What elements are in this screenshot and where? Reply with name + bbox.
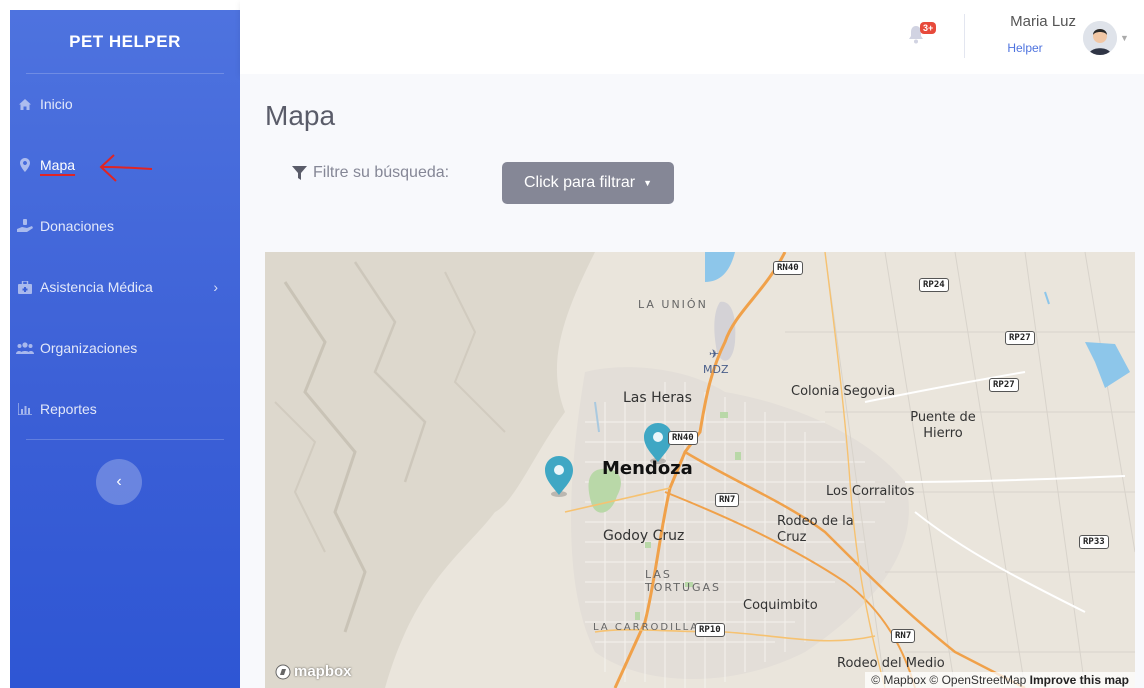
mapbox-icon <box>275 664 291 679</box>
sidebar-divider <box>26 439 224 440</box>
map-label: LA UNIÓN <box>638 298 708 311</box>
route-shield: RP10 <box>695 623 725 637</box>
sidebar-item-label: Mapa <box>40 157 76 173</box>
chevron-left-icon: ‹ <box>116 473 122 490</box>
briefcase-medical-icon <box>14 280 36 294</box>
map-label: Rodeo de la Cruz <box>777 514 854 545</box>
route-shield: RN40 <box>773 261 803 275</box>
filter-label-text: Filtre su búsqueda: <box>313 164 450 181</box>
chart-area-icon <box>14 403 36 415</box>
airport-icon: ✈ <box>709 347 719 361</box>
avatar[interactable] <box>1083 21 1117 55</box>
map-marker-icon[interactable] <box>545 456 573 497</box>
sidebar: PET HELPER Inicio Mapa Donaciones Asiste… <box>10 10 240 688</box>
map-label: Godoy Cruz <box>603 528 685 544</box>
map-label: Coquimbito <box>743 598 818 613</box>
user-name[interactable]: Maria Luz <box>984 13 1076 30</box>
map-label: Las Heras <box>623 390 692 406</box>
notification-badge: 3+ <box>920 22 937 34</box>
route-shield: RP27 <box>989 378 1019 392</box>
users-icon <box>14 342 36 354</box>
sidebar-item-donaciones[interactable]: Donaciones <box>10 206 240 246</box>
chevron-right-icon: › <box>213 279 218 295</box>
hand-holding-icon <box>14 219 36 233</box>
chevron-down-icon[interactable]: ▼ <box>1120 33 1129 43</box>
annotation-arrow-icon <box>99 154 153 182</box>
sidebar-item-label: Reportes <box>40 401 97 417</box>
map-label: LAS TORTUGAS <box>645 568 722 594</box>
map-label: LA CARRODILLA <box>593 622 700 633</box>
user-role: Helper <box>1007 41 1043 55</box>
filter-button-label: Click para filtrar <box>523 174 636 191</box>
attribution-text[interactable]: © Mapbox © OpenStreetMap <box>871 673 1026 687</box>
map-label: Colonia Segovia <box>791 384 896 399</box>
filter-dropdown-button[interactable]: Click para filtrar ▼ <box>502 162 674 204</box>
map[interactable]: ✈ LA UNIÓN MDZ Las Heras Colonia Segovia… <box>265 252 1135 688</box>
map-label: MDZ <box>703 363 729 376</box>
map-attribution: © Mapbox © OpenStreetMap Improve this ma… <box>865 672 1135 688</box>
sidebar-item-label: Donaciones <box>40 218 114 234</box>
map-label: Los Corralitos <box>826 484 915 499</box>
route-shield: RP27 <box>1005 331 1035 345</box>
sidebar-item-mapa[interactable]: Mapa <box>10 145 240 185</box>
map-label: Rodeo del Medio <box>837 656 945 671</box>
sidebar-item-asistencia-medica[interactable]: Asistencia Médica › <box>10 267 240 307</box>
page-title: Mapa <box>265 100 336 131</box>
sidebar-item-label: Organizaciones <box>40 340 138 356</box>
brand-title[interactable]: PET HELPER <box>26 10 224 74</box>
home-icon <box>14 98 36 111</box>
route-shield: RP33 <box>1079 535 1109 549</box>
route-shield: RP24 <box>919 278 949 292</box>
topbar-divider <box>964 14 965 58</box>
filter-label: Filtre su búsqueda: <box>292 164 449 182</box>
main-content: Mapa Filtre su búsqueda: Click para filt… <box>240 74 1144 688</box>
sidebar-item-label: Asistencia Médica <box>40 279 153 295</box>
sidebar-item-reportes[interactable]: Reportes <box>10 389 240 429</box>
route-shield: RN7 <box>891 629 916 643</box>
sidebar-item-organizaciones[interactable]: Organizaciones <box>10 328 240 368</box>
sidebar-toggle-button[interactable]: ‹ <box>96 459 142 505</box>
mapbox-logo-text: mapbox <box>294 663 352 680</box>
mapbox-logo[interactable]: mapbox <box>275 663 352 680</box>
caret-down-icon: ▼ <box>643 178 653 188</box>
improve-map-link[interactable]: Improve this map <box>1030 673 1129 687</box>
sidebar-item-label: Inicio <box>40 96 73 112</box>
map-label: Puente de Hierro <box>910 410 976 441</box>
map-label: Mendoza <box>602 458 693 479</box>
route-shield: RN40 <box>668 431 698 445</box>
filter-icon <box>292 165 307 180</box>
topbar: 3+ Maria Luz Helper ▼ <box>240 0 1144 74</box>
sidebar-item-inicio[interactable]: Inicio <box>10 84 240 124</box>
route-shield: RN7 <box>715 493 740 507</box>
map-marker-icon <box>14 158 36 172</box>
